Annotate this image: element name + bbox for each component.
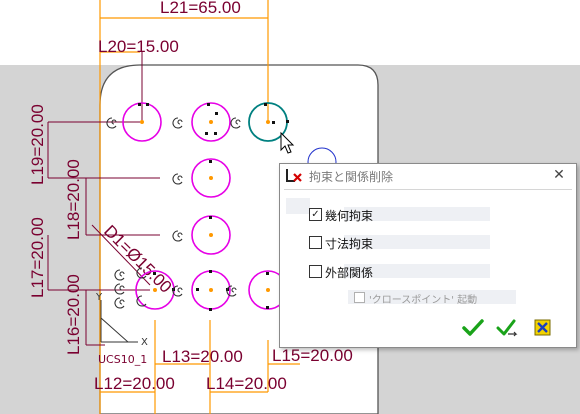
constraint-delete-dialog[interactable]: 拘束と関係削除 ✕ ✓ 幾何拘束 寸法拘束 外部関係 'クロースポイント' 起動 — [279, 163, 577, 348]
dimension-constraint-label: 寸法拘束 — [325, 237, 374, 251]
dim-l12[interactable]: L12=20.00 — [94, 374, 175, 393]
dim-l13[interactable]: L13=20.00 — [162, 347, 243, 366]
closest-point-checkbox[interactable] — [354, 292, 365, 303]
external-relation-label: 外部関係 — [325, 266, 374, 280]
geometric-constraint-checkbox[interactable]: ✓ — [309, 208, 322, 221]
dialog-title: 拘束と関係削除 — [309, 170, 394, 184]
dim-l20[interactable]: L20=15.00 — [98, 37, 179, 56]
dim-l18[interactable]: L18=20.00 — [64, 159, 83, 240]
dim-l19[interactable]: L19=20.00 — [28, 104, 47, 185]
dialog-titlebar[interactable]: 拘束と関係削除 ✕ — [280, 164, 576, 187]
dimension-constraint-checkbox[interactable] — [309, 236, 322, 249]
dialog-body: ✓ 幾何拘束 寸法拘束 外部関係 'クロースポイント' 起動 — [284, 189, 572, 314]
dim-l21[interactable]: L21=65.00 — [160, 0, 241, 17]
cancel-icon[interactable] — [530, 316, 556, 340]
dim-l17[interactable]: L17=20.00 — [28, 217, 47, 298]
apply-check-icon[interactable] — [494, 316, 520, 340]
dim-l14[interactable]: L14=20.00 — [206, 374, 287, 393]
delete-constraint-icon — [286, 169, 302, 182]
ucs-y-label: Y — [95, 292, 103, 303]
geometric-constraint-label: 幾何拘束 — [325, 209, 374, 223]
dialog-panel-corner — [286, 198, 310, 214]
external-relation-checkbox[interactable] — [309, 265, 322, 278]
dim-l16[interactable]: L16=20.00 — [64, 274, 83, 355]
ucs-x-label: X — [141, 337, 148, 348]
dim-l15[interactable]: L15=20.00 — [272, 346, 353, 365]
ok-check-icon[interactable] — [460, 316, 486, 340]
dialog-button-row — [280, 314, 576, 344]
close-icon[interactable]: ✕ — [550, 166, 568, 184]
ucs-label[interactable]: UCS10_1 — [98, 353, 147, 366]
closest-point-label: 'クロースポイント' 起動 — [369, 295, 478, 306]
